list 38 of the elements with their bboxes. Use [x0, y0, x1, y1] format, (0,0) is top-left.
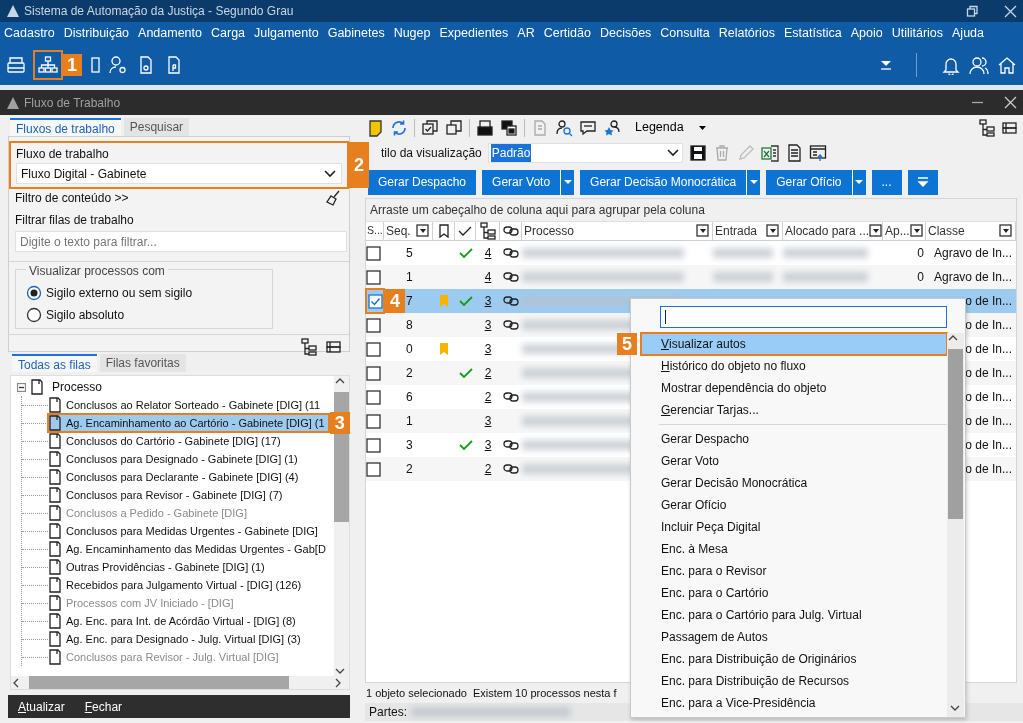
status-text: 1 objeto selecionado [366, 685, 467, 701]
table-cell-text: 3 [406, 437, 413, 454]
table-cell-text: o de In... [965, 317, 1012, 334]
table-cell-text: o de In... [965, 461, 1012, 478]
table-cell-text: 5 [406, 245, 413, 262]
table-cell-text: 2 [406, 461, 413, 478]
table-cell-text: o de In... [965, 437, 1012, 454]
window-title: Sistema de Automação da Justiça - Segundo Grau [24, 3, 295, 20]
field-label: tilo da visualização [381, 145, 482, 162]
field-label: Filtrar filas de trabalho [14, 212, 135, 229]
callout-number: 3 [329, 412, 350, 434]
table-cell-text: o de In... [965, 341, 1012, 358]
callout-number: 5 [617, 333, 637, 355]
radio-label: Sigilo absoluto [46, 307, 125, 324]
status-text: Existem 10 processos nesta f [472, 685, 617, 701]
table-cell-text: 0 [406, 341, 413, 358]
radio-label: Sigilo externo ou sem sigilo [46, 285, 193, 302]
table-cell-text: o de In... [965, 389, 1012, 406]
field-label: Partes: [369, 704, 407, 721]
table-cell-text: o de In... [965, 413, 1012, 430]
group-hint: Arraste um cabeçalho de coluna aqui para agrupar pela coluna [366, 199, 1016, 222]
table-cell-text: Agravo de In... [933, 245, 1012, 262]
field-label: Fluxo de trabalho [16, 146, 110, 163]
window-title: Fluxo de Trabalho [24, 94, 122, 112]
table-cell-text: o de In... [965, 293, 1012, 310]
callout-number: 4 [385, 289, 405, 313]
table-cell-text: 2 [406, 365, 413, 382]
table-cell-text: o de In... [965, 365, 1012, 382]
callout-number: 1 [62, 54, 82, 76]
table-cell-text: Agravo de In... [933, 269, 1012, 286]
table-cell-text: 8 [406, 317, 413, 334]
table-cell-text: 1 [406, 269, 413, 286]
table-cell-text: 6 [406, 389, 413, 406]
callout-number: 2 [349, 142, 369, 188]
table-cell-text: 1 [406, 413, 413, 430]
table-cell-text: 0 [917, 269, 924, 286]
table-cell-text: 0 [917, 245, 924, 262]
table-cell-text: 7 [406, 293, 413, 310]
